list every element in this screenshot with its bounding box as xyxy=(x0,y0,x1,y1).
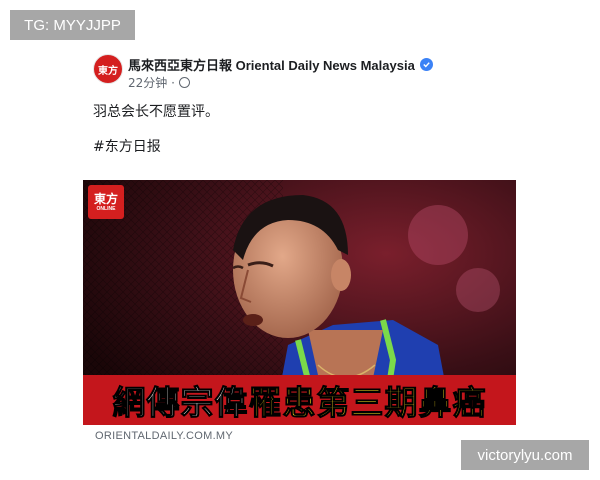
headline-yellow-text: 罹患第三期鼻癌 xyxy=(248,383,487,423)
facebook-post: 東方 馬來西亞東方日報 Oriental Daily News Malaysia… xyxy=(83,50,516,442)
page-avatar[interactable]: 東方 xyxy=(93,54,123,84)
logo-main-text: 東方 xyxy=(93,191,118,206)
headline-white-text: 網傳宗偉 xyxy=(112,383,249,423)
headline-banner: 網傳宗偉 罹患第三期鼻癌 xyxy=(83,375,516,425)
page-name-link[interactable]: 馬來西亞東方日報 Oriental Daily News Malaysia xyxy=(128,55,415,74)
logo-sub-text: ONLINE xyxy=(96,205,116,212)
oriental-online-logo: 東方 ONLINE xyxy=(88,185,124,219)
link-domain[interactable]: ORIENTALDAILY.COM.MY xyxy=(95,430,233,442)
watermark-top-left: TG: MYYJJPP xyxy=(10,10,135,40)
post-meta: 22分钟 · xyxy=(128,74,190,91)
page-name-row: 馬來西亞東方日報 Oriental Daily News Malaysia xyxy=(128,55,433,73)
watermark-bottom-right: victorylyu.com xyxy=(461,440,589,470)
news-image[interactable]: 東方 ONLINE 網傳宗偉 罹患第三期鼻癌 xyxy=(83,180,516,425)
avatar-text: 東方 xyxy=(98,65,118,77)
globe-icon xyxy=(178,77,190,88)
post-caption: 羽总会长不愿置评。 xyxy=(93,104,219,120)
post-timestamp[interactable]: 22分钟 · xyxy=(128,74,175,91)
verified-badge-icon xyxy=(419,57,433,71)
post-hashtag[interactable]: #东方日报 xyxy=(93,136,161,156)
